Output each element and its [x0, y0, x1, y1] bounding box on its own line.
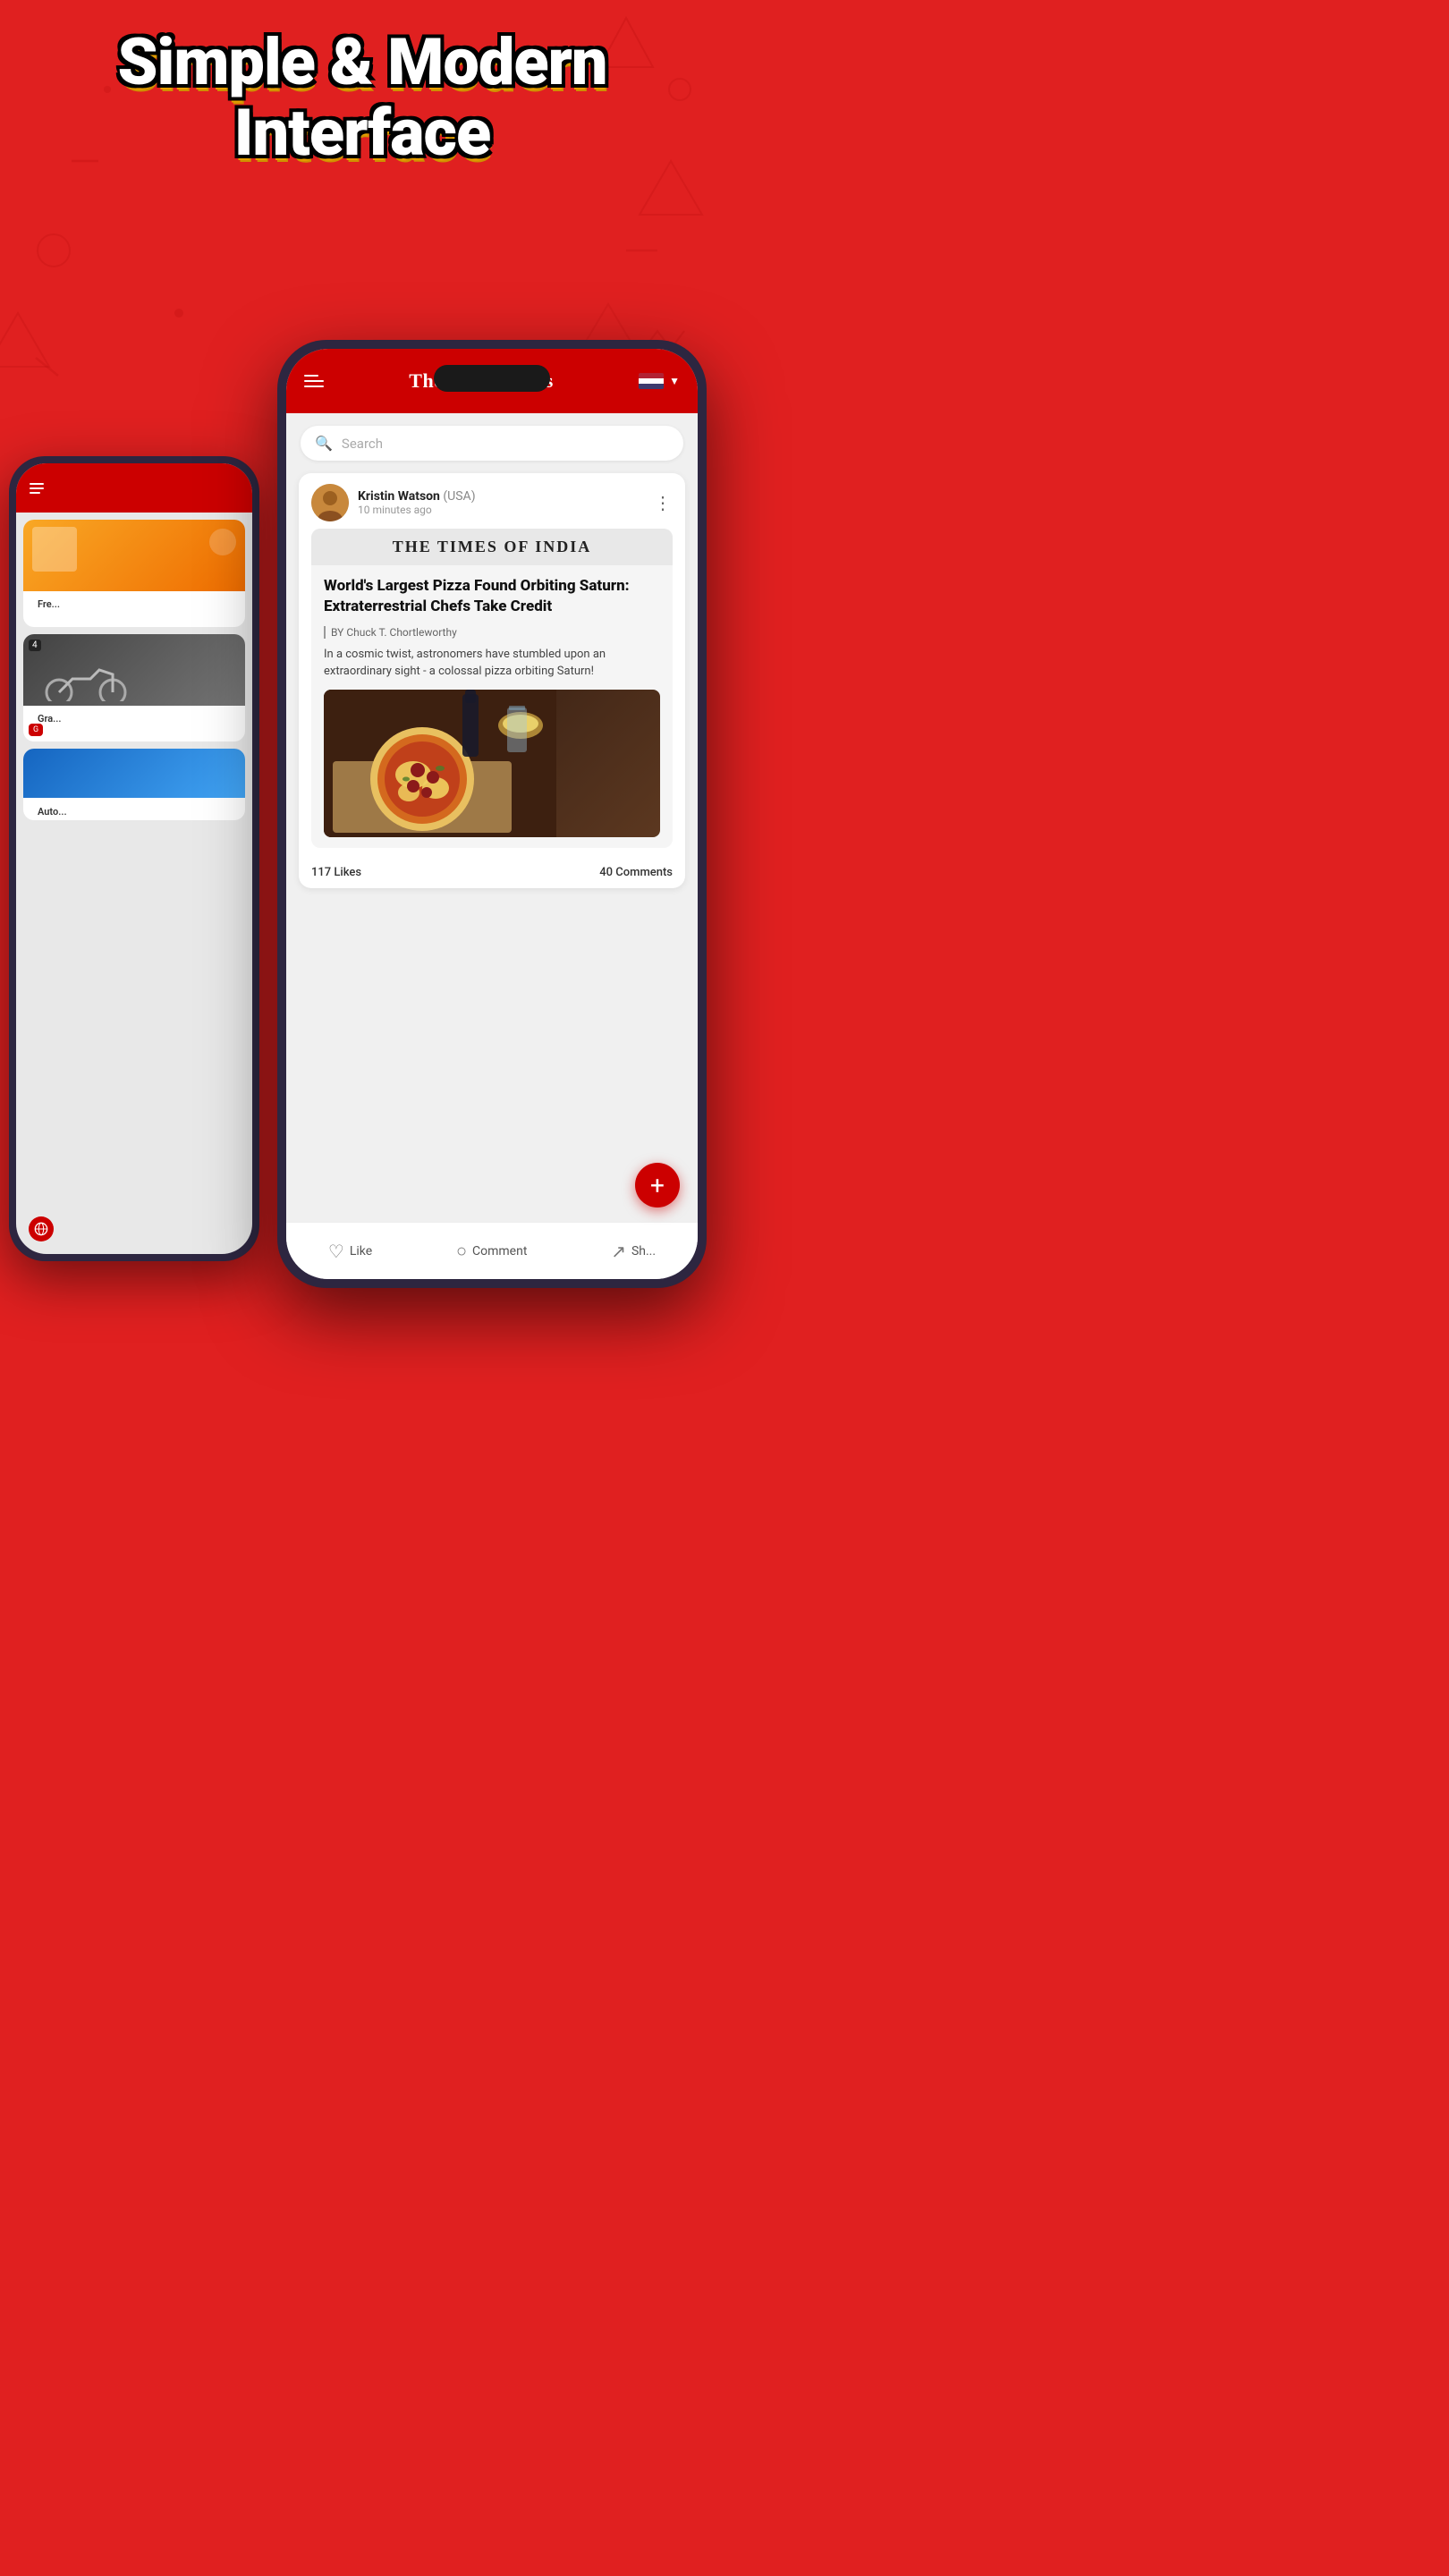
comment-icon: ○: [456, 1240, 467, 1262]
bg-card-3: Auto...: [23, 749, 245, 820]
hero-title: Simple & Modern Interface: [0, 27, 724, 168]
foreground-phone: The Times Press ▼ 🔍 Search: [277, 340, 707, 1288]
like-icon: ♡: [328, 1241, 344, 1262]
news-image: [324, 690, 660, 837]
hamburger-button[interactable]: [304, 375, 324, 387]
hero-line2: Interface: [234, 95, 490, 171]
flag-blue: [639, 384, 664, 389]
hero-section: Simple & Modern Interface: [0, 27, 724, 168]
hamburger-line-3: [304, 386, 324, 387]
share-icon: ↗: [611, 1241, 626, 1262]
bg-card-2-number: 4: [29, 640, 41, 651]
share-action[interactable]: ↗ Sh...: [611, 1241, 656, 1262]
user-info: Kristin Watson (USA) 10 minutes ago: [358, 489, 476, 516]
bg-phone-screen: Fre... 4 Gra...: [16, 463, 252, 1254]
bg-card-2-img: 4: [23, 634, 245, 706]
bg-card-3-label: Auto...: [30, 802, 74, 820]
post-user: Kristin Watson (USA) 10 minutes ago: [311, 484, 476, 521]
header-right: ▼: [639, 373, 680, 389]
news-source-bar: THE TIMES OF INDIA: [311, 529, 673, 565]
news-source-title: THE TIMES OF INDIA: [393, 538, 592, 555]
bg-card-2: 4 Gra... G: [23, 634, 245, 741]
search-bar[interactable]: 🔍 Search: [301, 426, 683, 461]
search-placeholder: Search: [342, 436, 383, 452]
hamburger-line-2: [304, 380, 324, 382]
phone-notch: [434, 365, 550, 392]
phones-container: Fre... 4 Gra...: [0, 304, 724, 1288]
post-card: Kristin Watson (USA) 10 minutes ago ⋮ TH…: [299, 473, 685, 888]
news-card: THE TIMES OF INDIA World's Largest Pizza…: [311, 529, 673, 848]
comment-label: Comment: [472, 1244, 527, 1258]
bg-global-icon: [29, 1216, 54, 1241]
comment-action[interactable]: ○ Comment: [456, 1240, 527, 1262]
likes-count: 117 Likes: [311, 866, 361, 879]
action-bar: ♡ Like ○ Comment ↗ Sh...: [286, 1222, 698, 1279]
hero-line1: Simple & Modern: [117, 24, 606, 100]
bg-phone-header: [16, 463, 252, 513]
user-name: Kristin Watson (USA): [358, 489, 476, 504]
post-header: Kristin Watson (USA) 10 minutes ago ⋮: [299, 473, 685, 529]
background-phone: Fre... 4 Gra...: [9, 456, 259, 1261]
news-byline: BY Chuck T. Chortleworthy: [324, 626, 660, 639]
comments-count: 40 Comments: [599, 866, 673, 879]
fab-icon: +: [650, 1171, 665, 1200]
search-icon: 🔍: [315, 435, 333, 452]
post-footer: 117 Likes 40 Comments: [299, 857, 685, 888]
share-label: Sh...: [631, 1244, 656, 1258]
bg-card-1-label: Fre...: [30, 595, 67, 614]
search-bar-wrapper: 🔍 Search: [286, 413, 698, 473]
fg-phone-screen: The Times Press ▼ 🔍 Search: [286, 349, 698, 1279]
bg-card-1-img: [23, 520, 245, 591]
bg-hamburger-icon: [30, 483, 44, 494]
like-action[interactable]: ♡ Like: [328, 1241, 372, 1262]
bg-card-1: Fre...: [23, 520, 245, 627]
bg-card-2-badge: G: [29, 724, 43, 736]
news-excerpt: In a cosmic twist, astronomers have stum…: [324, 646, 660, 681]
news-content: World's Largest Pizza Found Orbiting Sat…: [311, 565, 673, 848]
user-country: (USA): [443, 489, 475, 504]
flag-icon: [639, 373, 664, 389]
user-avatar: [311, 484, 349, 521]
bg-card-3-img: [23, 749, 245, 798]
like-label: Like: [350, 1244, 372, 1258]
more-options-button[interactable]: ⋮: [654, 492, 673, 513]
user-name-text: Kristin Watson: [358, 489, 440, 504]
language-dropdown-chevron[interactable]: ▼: [669, 375, 680, 387]
post-time: 10 minutes ago: [358, 504, 476, 516]
fab-button[interactable]: +: [635, 1163, 680, 1208]
news-headline: World's Largest Pizza Found Orbiting Sat…: [324, 576, 660, 617]
hamburger-line-1: [304, 375, 318, 377]
bg-phone-content: Fre... 4 Gra...: [16, 513, 252, 835]
